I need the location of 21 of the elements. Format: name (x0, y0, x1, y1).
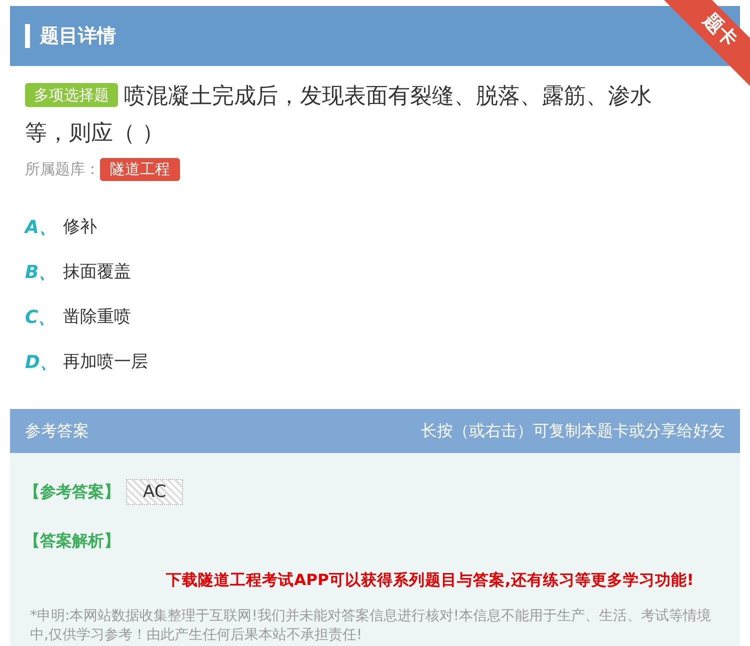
option-text: 修补 (63, 216, 97, 238)
source-tag[interactable]: 隧道工程 (100, 158, 180, 181)
option-text: 抹面覆盖 (63, 261, 131, 283)
disclaimer-text: *申明:本网站数据收集整理于互联网!我们并未能对答案信息进行核对!本信息不能用于生产、生活、考试等情境中,仅供学习参考！由此产生任何后果本站不承担责任! (30, 607, 712, 645)
app-promo-link[interactable]: 下载隧道工程考试APP可以获得系列题目与答案,还有练习等更多学习功能! (120, 570, 740, 591)
accent-bar (25, 24, 30, 48)
answer-label: 【参考答案】 (24, 482, 120, 502)
section-title: 题目详情 (40, 24, 116, 49)
analysis-label: 【答案解析】 (24, 531, 120, 552)
question-text: 多项选择题 喷混凝土完成后，发现表面有裂缝、脱落、露筋、渗水等，则应（ ） (25, 82, 653, 148)
option-letter: D、 (25, 350, 59, 374)
answer-value: AC (126, 479, 184, 505)
option-text: 再加喷一层 (63, 351, 148, 373)
option-letter: C、 (25, 306, 58, 328)
share-hint: 长按（或右击）可复制本题卡或分享给好友 (421, 420, 725, 442)
source-label: 所属题库： (25, 160, 100, 179)
option-text: 凿除重喷 (63, 306, 131, 328)
answer-panel-title: 参考答案 (25, 420, 89, 442)
option-letter: A、 (25, 216, 58, 238)
option-letter: B、 (25, 260, 58, 284)
question-type-badge: 多项选择题 (25, 83, 118, 107)
